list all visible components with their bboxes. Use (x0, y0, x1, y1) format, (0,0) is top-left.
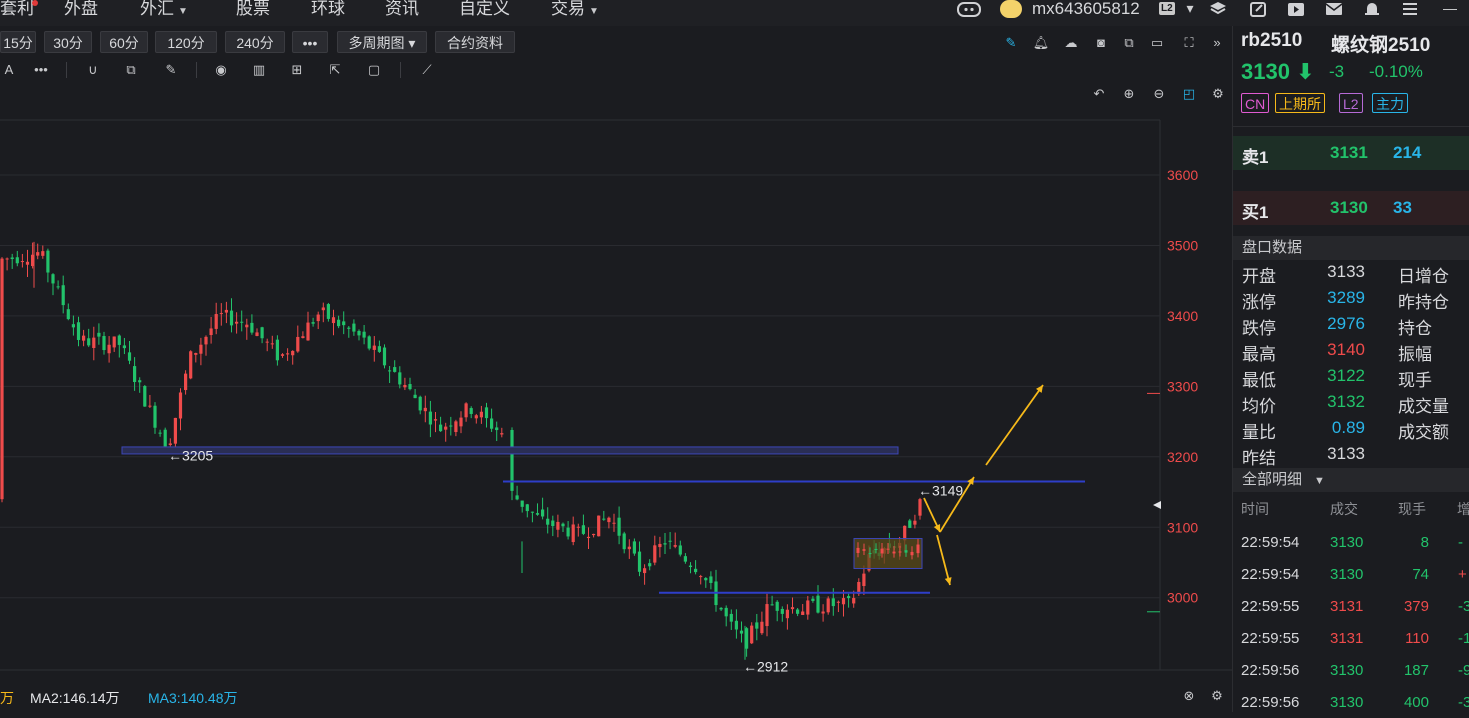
minimize-icon[interactable]: — (1440, 0, 1460, 18)
y-tick-label: 3400 (1167, 308, 1198, 324)
candle (874, 548, 878, 550)
col-vol: 现手 (1398, 501, 1426, 517)
trades-header[interactable]: 全部明细 ▼ (1233, 468, 1469, 492)
stat-label: 昨持仓 (1398, 293, 1449, 312)
col-time: 时间 (1241, 501, 1269, 517)
stat-label: 量比 (1242, 423, 1276, 442)
stat-label: 持仓 (1398, 319, 1432, 338)
candle (163, 427, 167, 447)
tag-cn: CN (1241, 93, 1270, 113)
stat-value: 3122 (1327, 366, 1365, 385)
tag-exchange: 上期所 (1275, 93, 1325, 113)
candle (510, 427, 514, 501)
stat-value: 3133 (1327, 262, 1365, 281)
close-indicator-icon[interactable]: ⊗ (1181, 688, 1197, 704)
trade-row: 22:59:56 3130 187 -9 (1241, 662, 1469, 679)
candle (886, 548, 890, 550)
candle (892, 551, 896, 554)
ma3-value: MA3:140.48万 (148, 690, 238, 706)
ma2-value: MA2:146.14万 (30, 690, 120, 706)
candle (916, 544, 920, 554)
stat-label: 昨结 (1242, 449, 1276, 468)
stat-label: 成交额 (1398, 423, 1449, 442)
price-change-pct: -0.10% (1369, 62, 1423, 81)
stat-label: 最低 (1242, 371, 1276, 390)
symbol-name: 螺纹钢2510 (1331, 35, 1431, 56)
y-tick-label: 3200 (1167, 449, 1198, 465)
mail-icon[interactable] (1324, 0, 1344, 18)
stat-label: 成交量 (1398, 397, 1449, 416)
tag-main-contract: 主力 (1372, 93, 1408, 113)
candle (862, 549, 866, 551)
share-icon[interactable] (1248, 0, 1268, 18)
candle (367, 335, 371, 351)
y-tick-label: 3600 (1167, 167, 1198, 183)
stat-value: 0.89 (1331, 418, 1365, 437)
indicator-settings-icon[interactable]: ⚙ (1209, 688, 1225, 704)
trade-row: 22:59:56 3130 400 -3 (1241, 694, 1469, 711)
candle (856, 547, 860, 553)
last-price: 3130 ⬇ (1241, 59, 1315, 84)
trade-row: 22:59:55 3131 110 -1 (1241, 630, 1469, 647)
stat-label: 涨停 (1242, 293, 1276, 312)
price-change: -3 (1329, 62, 1345, 81)
candle (0, 257, 4, 503)
col-delta: 增 (1457, 501, 1469, 517)
chevron-down-icon[interactable]: ▼ (1314, 475, 1325, 487)
candle (382, 344, 387, 369)
list-menu-icon[interactable] (1400, 0, 1420, 18)
candle (904, 550, 908, 553)
stat-value: 3289 (1327, 288, 1365, 307)
col-price: 成交 (1330, 501, 1358, 517)
quote-panel: rb2510 螺纹钢2510 3130 ⬇ -3 -0.10% CN 上期所 L… (1232, 26, 1469, 712)
stat-label: 最高 (1242, 345, 1276, 364)
candle (898, 551, 902, 553)
video-icon[interactable] (1286, 0, 1306, 18)
candle (826, 596, 830, 615)
symbol-code: rb2510 (1241, 30, 1303, 51)
divider (1233, 126, 1469, 127)
support-zone-3205[interactable] (121, 446, 899, 455)
arrow-down-icon: ⬇ (1296, 59, 1315, 84)
stat-label: 均价 (1242, 397, 1276, 416)
panel-title: 盘口数据 (1233, 236, 1469, 260)
candle (143, 384, 147, 407)
stat-value: 3133 (1327, 444, 1365, 463)
candle (189, 350, 193, 380)
stat-label: 振幅 (1398, 345, 1432, 364)
stat-label: 日增仓 (1398, 267, 1449, 286)
stat-label: 现手 (1398, 371, 1432, 390)
trade-row: 22:59:54 3130 74 + (1241, 566, 1467, 583)
trade-row: 22:59:55 3131 379 -3 (1241, 598, 1469, 615)
stat-value: 2976 (1327, 314, 1365, 333)
ma1-value: 万 (0, 690, 14, 706)
candlestick-chart[interactable]: ←3205 ←3149 ←2912 3600 3500 3400 3300 3200 3100… (0, 0, 1232, 712)
y-tick-label: 3000 (1167, 590, 1198, 606)
candle (868, 553, 872, 555)
ask-level-1[interactable]: 卖1 3131 214 (1233, 136, 1469, 170)
stat-value: 3132 (1327, 392, 1365, 411)
candle (880, 548, 884, 554)
tag-l2: L2 (1339, 93, 1363, 113)
bid-level-1[interactable]: 买1 3130 33 (1233, 191, 1469, 225)
y-tick-label: 3300 (1167, 378, 1198, 394)
stat-label: 跌停 (1242, 319, 1276, 338)
candle (910, 551, 914, 556)
stat-label: 开盘 (1242, 267, 1276, 286)
stat-value: 3140 (1327, 340, 1365, 359)
y-tick-label: 3500 (1167, 237, 1198, 253)
trade-row: 22:59:54 3130 8- (1241, 534, 1463, 551)
annotation-3149: ←3149 (918, 483, 963, 499)
candle (597, 515, 601, 537)
annotation-2912: ←2912 (743, 659, 788, 675)
y-tick-label: 3100 (1167, 519, 1198, 535)
annotation-3205: ←3205 (168, 447, 213, 463)
candle (326, 302, 330, 322)
bell-icon[interactable] (1362, 0, 1382, 18)
